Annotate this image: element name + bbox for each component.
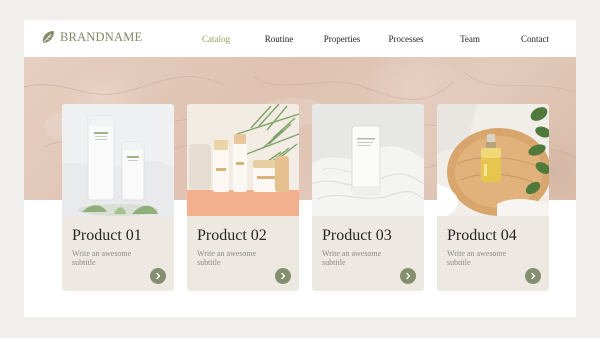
nav-item-catalog[interactable]: Catalog xyxy=(201,32,231,46)
product-title: Product 01 xyxy=(72,227,142,244)
product-detail-button[interactable] xyxy=(150,268,166,284)
nav-item-contact[interactable]: Contact xyxy=(518,32,552,46)
nav-item-properties[interactable]: Properties xyxy=(321,32,363,46)
landing-page: BRANDNAME Catalog Routine Properties Pro… xyxy=(24,20,576,317)
chevron-right-icon xyxy=(404,272,412,280)
chevron-right-icon xyxy=(529,272,537,280)
product-title: Product 04 xyxy=(447,227,517,244)
product-subtitle: Write an awesome subtitle xyxy=(72,249,132,267)
product-subtitle: Write an awesome subtitle xyxy=(197,249,257,267)
product-card-01[interactable]: Product 01 Write an awesome subtitle xyxy=(62,104,174,291)
main-nav: Catalog Routine Properties Processes Tea… xyxy=(24,32,576,46)
product-card-04[interactable]: Product 04 Write an awesome subtitle xyxy=(437,104,549,291)
product-title: Product 02 xyxy=(197,227,267,244)
product-card-03[interactable]: Product 03 Write an awesome subtitle xyxy=(312,104,424,291)
product-detail-button[interactable] xyxy=(275,268,291,284)
product-detail-button[interactable] xyxy=(400,268,416,284)
chevron-right-icon xyxy=(154,272,162,280)
chevron-right-icon xyxy=(279,272,287,280)
nav-item-processes[interactable]: Processes xyxy=(386,32,426,46)
product-image xyxy=(312,104,424,216)
product-image xyxy=(187,104,299,216)
product-title: Product 03 xyxy=(322,227,392,244)
nav-item-routine[interactable]: Routine xyxy=(262,32,296,46)
header: BRANDNAME Catalog Routine Properties Pro… xyxy=(24,20,576,57)
product-subtitle: Write an awesome subtitle xyxy=(447,249,507,267)
product-card-02[interactable]: Product 02 Write an awesome subtitle xyxy=(187,104,299,291)
product-detail-button[interactable] xyxy=(525,268,541,284)
product-image xyxy=(437,104,549,216)
nav-item-team[interactable]: Team xyxy=(458,32,482,46)
product-subtitle: Write an awesome subtitle xyxy=(322,249,382,267)
product-image xyxy=(62,104,174,216)
